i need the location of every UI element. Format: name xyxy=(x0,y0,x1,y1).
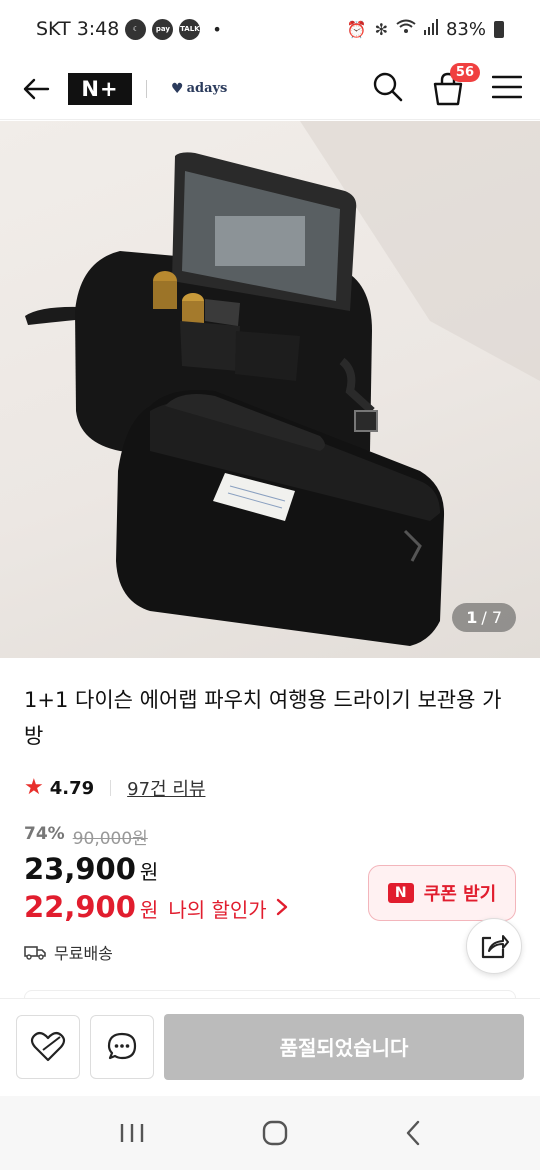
image-counter-current: 1 xyxy=(466,608,478,627)
share-icon xyxy=(481,935,509,959)
shipping-label: 무료배송 xyxy=(54,944,113,963)
back-button[interactable] xyxy=(20,73,52,105)
brand-name: adays xyxy=(186,81,228,96)
wifi-icon xyxy=(396,19,416,39)
system-back-button[interactable] xyxy=(405,1120,421,1146)
naver-plus-logo[interactable]: N+ xyxy=(68,72,132,105)
battery-percent: 83% xyxy=(445,18,486,40)
product-image-gallery[interactable]: 1 / 7 xyxy=(0,121,540,658)
header-divider xyxy=(146,79,147,98)
chat-button[interactable] xyxy=(90,1014,154,1079)
product-photo xyxy=(25,121,540,646)
image-counter-total: / 7 xyxy=(481,608,502,627)
heart-outline-icon xyxy=(30,1031,66,1061)
my-price-label: 나의 할인가 xyxy=(168,898,267,922)
alarm-icon: ⏰ xyxy=(346,19,367,39)
chat-bubble-icon xyxy=(107,1032,137,1059)
original-price-row: 74% 90,000원 xyxy=(24,824,148,849)
cart-button[interactable]: 56 xyxy=(430,62,480,107)
header-actions: 56 xyxy=(372,62,523,107)
status-right: ⏰ ✻ 83% xyxy=(347,19,504,40)
next-section-edge xyxy=(24,990,516,998)
my-price-value: 22,900 xyxy=(24,890,136,924)
sale-price: 23,900 원 xyxy=(24,852,158,886)
signal-icon xyxy=(423,19,438,39)
sale-price-unit: 원 xyxy=(139,860,159,884)
recent-apps-button[interactable] xyxy=(119,1122,145,1144)
moon-icon: ☾ xyxy=(125,18,147,40)
menu-button[interactable] xyxy=(491,75,523,103)
cart-count-badge: 56 xyxy=(449,62,480,82)
my-price-unit: 원 xyxy=(139,898,159,922)
arrow-left-icon xyxy=(23,78,50,99)
heart-icon: ♥ xyxy=(171,80,184,97)
search-button[interactable] xyxy=(372,71,404,107)
battery-icon xyxy=(494,20,504,38)
product-page: SKT 3:48 ☾ pay TALK • ⏰ ✻ 83% N+ ♥ adays… xyxy=(0,0,540,1170)
status-bar: SKT 3:48 ☾ pay TALK • ⏰ ✻ 83% xyxy=(0,0,540,58)
coupon-button[interactable]: N 쿠폰 받기 xyxy=(368,865,516,921)
sold-out-button[interactable]: 품절되었습니다 xyxy=(164,1013,524,1080)
star-icon: ★ xyxy=(24,775,44,800)
talk-icon: TALK xyxy=(179,18,201,40)
rating-row: ★ 4.79 97건 리뷰 xyxy=(24,775,205,801)
chevron-left-icon xyxy=(407,1120,420,1146)
rating-value: 4.79 xyxy=(49,777,95,799)
naver-n-icon: N xyxy=(387,883,414,903)
search-icon xyxy=(373,72,403,101)
original-price: 90,000원 xyxy=(72,829,148,849)
discount-percent: 74% xyxy=(24,824,65,844)
rating-divider xyxy=(110,780,112,796)
bluetooth-icon: ✻ xyxy=(374,19,388,39)
image-counter: 1 / 7 xyxy=(452,603,516,632)
review-count-link[interactable]: 97건 리뷰 xyxy=(127,775,205,801)
brand-logo[interactable]: ♥ adays xyxy=(171,81,227,97)
home-button[interactable] xyxy=(262,1120,288,1146)
home-icon xyxy=(262,1120,288,1146)
shipping-info: 무료배송 xyxy=(24,940,113,964)
notification-dot-icon: • xyxy=(212,19,222,39)
pay-icon: pay xyxy=(152,18,174,40)
wishlist-button[interactable] xyxy=(16,1014,80,1079)
carrier-time: SKT 3:48 xyxy=(36,18,120,40)
my-discount-price[interactable]: 22,900 원 나의 할인가 xyxy=(24,890,289,924)
product-title: 1+1 다이슨 에어랩 파우치 여행용 드라이기 보관용 가방 xyxy=(24,688,502,748)
hamburger-menu-icon xyxy=(491,75,523,98)
chevron-right-icon xyxy=(276,898,287,916)
purchase-action-bar: 품절되었습니다 xyxy=(0,998,540,1094)
coupon-label: 쿠폰 받기 xyxy=(423,884,497,905)
recent-apps-icon xyxy=(120,1124,143,1142)
system-navigation-bar xyxy=(0,1096,540,1170)
sale-price-value: 23,900 xyxy=(24,852,136,886)
delivery-truck-icon xyxy=(24,946,46,960)
share-button[interactable] xyxy=(466,918,522,974)
app-header: N+ ♥ adays 56 xyxy=(0,58,540,120)
status-left: SKT 3:48 ☾ pay TALK • xyxy=(36,18,222,40)
